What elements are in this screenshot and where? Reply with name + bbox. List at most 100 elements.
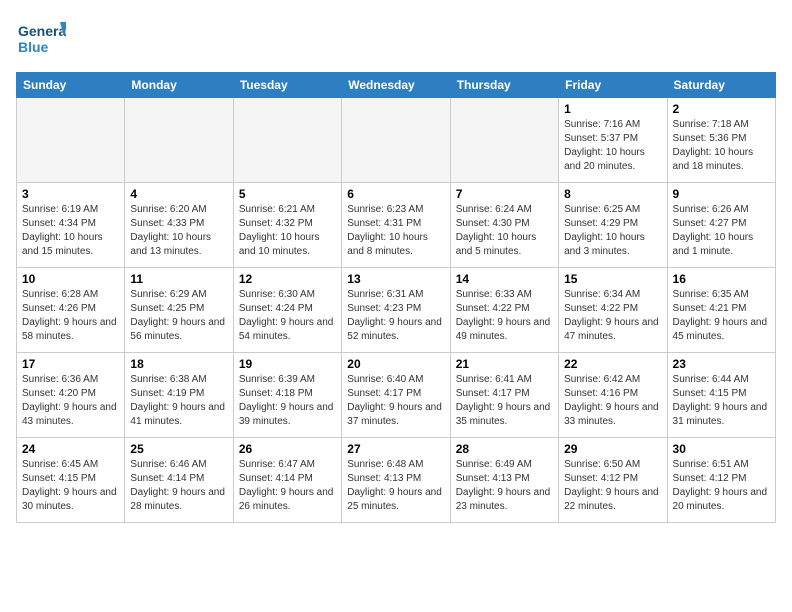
day-info: Sunrise: 6:33 AM Sunset: 4:22 PM Dayligh…: [456, 288, 553, 344]
day-number: 15: [564, 272, 661, 286]
calendar: SundayMondayTuesdayWednesdayThursdayFrid…: [16, 72, 776, 523]
weekday-header: Tuesday: [233, 73, 341, 98]
day-info: Sunrise: 6:29 AM Sunset: 4:25 PM Dayligh…: [130, 288, 227, 344]
day-number: 9: [673, 187, 770, 201]
calendar-cell: 26 Sunrise: 6:47 AM Sunset: 4:14 PM Dayli…: [233, 438, 341, 523]
day-info: Sunrise: 6:30 AM Sunset: 4:24 PM Dayligh…: [239, 288, 336, 344]
calendar-cell: 22 Sunrise: 6:42 AM Sunset: 4:16 PM Dayli…: [559, 353, 667, 438]
week-row: 10 Sunrise: 6:28 AM Sunset: 4:26 PM Dayli…: [17, 268, 776, 353]
day-info: Sunrise: 6:38 AM Sunset: 4:19 PM Dayligh…: [130, 373, 227, 429]
calendar-cell: 3 Sunrise: 6:19 AM Sunset: 4:34 PM Daylig…: [17, 183, 125, 268]
day-number: 27: [347, 442, 444, 456]
day-number: 28: [456, 442, 553, 456]
day-number: 26: [239, 442, 336, 456]
day-number: 16: [673, 272, 770, 286]
day-info: Sunrise: 6:42 AM Sunset: 4:16 PM Dayligh…: [564, 373, 661, 429]
weekday-header: Saturday: [667, 73, 775, 98]
day-info: Sunrise: 6:24 AM Sunset: 4:30 PM Dayligh…: [456, 203, 553, 259]
weekday-header: Wednesday: [342, 73, 450, 98]
day-info: Sunrise: 6:26 AM Sunset: 4:27 PM Dayligh…: [673, 203, 770, 259]
calendar-cell: 16 Sunrise: 6:35 AM Sunset: 4:21 PM Dayli…: [667, 268, 775, 353]
calendar-cell: 18 Sunrise: 6:38 AM Sunset: 4:19 PM Dayli…: [125, 353, 233, 438]
week-row: 24 Sunrise: 6:45 AM Sunset: 4:15 PM Dayli…: [17, 438, 776, 523]
calendar-cell: 11 Sunrise: 6:29 AM Sunset: 4:25 PM Dayli…: [125, 268, 233, 353]
day-number: 18: [130, 357, 227, 371]
calendar-cell: 12 Sunrise: 6:30 AM Sunset: 4:24 PM Dayli…: [233, 268, 341, 353]
calendar-cell: 15 Sunrise: 6:34 AM Sunset: 4:22 PM Dayli…: [559, 268, 667, 353]
calendar-cell: 6 Sunrise: 6:23 AM Sunset: 4:31 PM Daylig…: [342, 183, 450, 268]
calendar-cell: 9 Sunrise: 6:26 AM Sunset: 4:27 PM Daylig…: [667, 183, 775, 268]
day-info: Sunrise: 6:46 AM Sunset: 4:14 PM Dayligh…: [130, 458, 227, 514]
day-number: 24: [22, 442, 119, 456]
calendar-cell: 30 Sunrise: 6:51 AM Sunset: 4:12 PM Dayli…: [667, 438, 775, 523]
day-number: 5: [239, 187, 336, 201]
week-row: 3 Sunrise: 6:19 AM Sunset: 4:34 PM Daylig…: [17, 183, 776, 268]
calendar-cell: [342, 98, 450, 183]
weekday-header: Sunday: [17, 73, 125, 98]
calendar-cell: 21Sunrise: 6:41 AM Sunset: 4:17 PM Dayli…: [450, 353, 558, 438]
day-info: Sunrise: 6:48 AM Sunset: 4:13 PM Dayligh…: [347, 458, 444, 514]
day-info: Sunrise: 6:36 AM Sunset: 4:20 PM Dayligh…: [22, 373, 119, 429]
header: General Blue: [16, 16, 776, 60]
svg-text:General: General: [18, 23, 66, 39]
weekday-header: Monday: [125, 73, 233, 98]
calendar-cell: 20 Sunrise: 6:40 AM Sunset: 4:17 PM Dayli…: [342, 353, 450, 438]
day-info: Sunrise: 7:16 AM Sunset: 5:37 PM Dayligh…: [564, 118, 661, 174]
weekday-header: Friday: [559, 73, 667, 98]
calendar-cell: [125, 98, 233, 183]
svg-text:Blue: Blue: [18, 39, 49, 55]
calendar-cell: [17, 98, 125, 183]
calendar-cell: [233, 98, 341, 183]
calendar-cell: 5 Sunrise: 6:21 AM Sunset: 4:32 PM Daylig…: [233, 183, 341, 268]
day-number: 19: [239, 357, 336, 371]
calendar-cell: 28Sunrise: 6:49 AM Sunset: 4:13 PM Dayli…: [450, 438, 558, 523]
day-info: Sunrise: 6:41 AM Sunset: 4:17 PM Dayligh…: [456, 373, 553, 429]
calendar-cell: 14 Sunrise: 6:33 AM Sunset: 4:22 PM Dayli…: [450, 268, 558, 353]
calendar-cell: 7 Sunrise: 6:24 AM Sunset: 4:30 PM Daylig…: [450, 183, 558, 268]
calendar-cell: 27 Sunrise: 6:48 AM Sunset: 4:13 PM Dayli…: [342, 438, 450, 523]
day-info: Sunrise: 6:45 AM Sunset: 4:15 PM Dayligh…: [22, 458, 119, 514]
day-info: Sunrise: 6:40 AM Sunset: 4:17 PM Dayligh…: [347, 373, 444, 429]
calendar-cell: 24 Sunrise: 6:45 AM Sunset: 4:15 PM Dayli…: [17, 438, 125, 523]
day-number: 1: [564, 102, 661, 116]
calendar-cell: 13Sunrise: 6:31 AM Sunset: 4:23 PM Dayli…: [342, 268, 450, 353]
day-number: 6: [347, 187, 444, 201]
calendar-cell: 19 Sunrise: 6:39 AM Sunset: 4:18 PM Dayli…: [233, 353, 341, 438]
day-number: 22: [564, 357, 661, 371]
calendar-cell: 4Sunrise: 6:20 AM Sunset: 4:33 PM Daylig…: [125, 183, 233, 268]
day-number: 30: [673, 442, 770, 456]
logo-svg: General Blue: [16, 16, 66, 60]
calendar-cell: 8Sunrise: 6:25 AM Sunset: 4:29 PM Daylig…: [559, 183, 667, 268]
day-number: 3: [22, 187, 119, 201]
day-info: Sunrise: 7:18 AM Sunset: 5:36 PM Dayligh…: [673, 118, 770, 174]
day-info: Sunrise: 6:51 AM Sunset: 4:12 PM Dayligh…: [673, 458, 770, 514]
day-number: 23: [673, 357, 770, 371]
logo: General Blue: [16, 16, 66, 60]
day-number: 10: [22, 272, 119, 286]
day-number: 11: [130, 272, 227, 286]
day-number: 8: [564, 187, 661, 201]
week-row: 17Sunrise: 6:36 AM Sunset: 4:20 PM Dayli…: [17, 353, 776, 438]
calendar-cell: 25Sunrise: 6:46 AM Sunset: 4:14 PM Dayli…: [125, 438, 233, 523]
day-info: Sunrise: 6:50 AM Sunset: 4:12 PM Dayligh…: [564, 458, 661, 514]
day-number: 12: [239, 272, 336, 286]
calendar-cell: 23Sunrise: 6:44 AM Sunset: 4:15 PM Dayli…: [667, 353, 775, 438]
day-info: Sunrise: 6:19 AM Sunset: 4:34 PM Dayligh…: [22, 203, 119, 259]
day-number: 13: [347, 272, 444, 286]
calendar-cell: 1 Sunrise: 7:16 AM Sunset: 5:37 PM Daylig…: [559, 98, 667, 183]
day-number: 14: [456, 272, 553, 286]
day-number: 2: [673, 102, 770, 116]
calendar-cell: 17Sunrise: 6:36 AM Sunset: 4:20 PM Dayli…: [17, 353, 125, 438]
day-info: Sunrise: 6:39 AM Sunset: 4:18 PM Dayligh…: [239, 373, 336, 429]
day-info: Sunrise: 6:23 AM Sunset: 4:31 PM Dayligh…: [347, 203, 444, 259]
day-info: Sunrise: 6:47 AM Sunset: 4:14 PM Dayligh…: [239, 458, 336, 514]
day-number: 7: [456, 187, 553, 201]
day-number: 29: [564, 442, 661, 456]
day-number: 4: [130, 187, 227, 201]
day-info: Sunrise: 6:21 AM Sunset: 4:32 PM Dayligh…: [239, 203, 336, 259]
day-info: Sunrise: 6:34 AM Sunset: 4:22 PM Dayligh…: [564, 288, 661, 344]
day-info: Sunrise: 6:35 AM Sunset: 4:21 PM Dayligh…: [673, 288, 770, 344]
day-info: Sunrise: 6:28 AM Sunset: 4:26 PM Dayligh…: [22, 288, 119, 344]
day-number: 20: [347, 357, 444, 371]
calendar-cell: [450, 98, 558, 183]
